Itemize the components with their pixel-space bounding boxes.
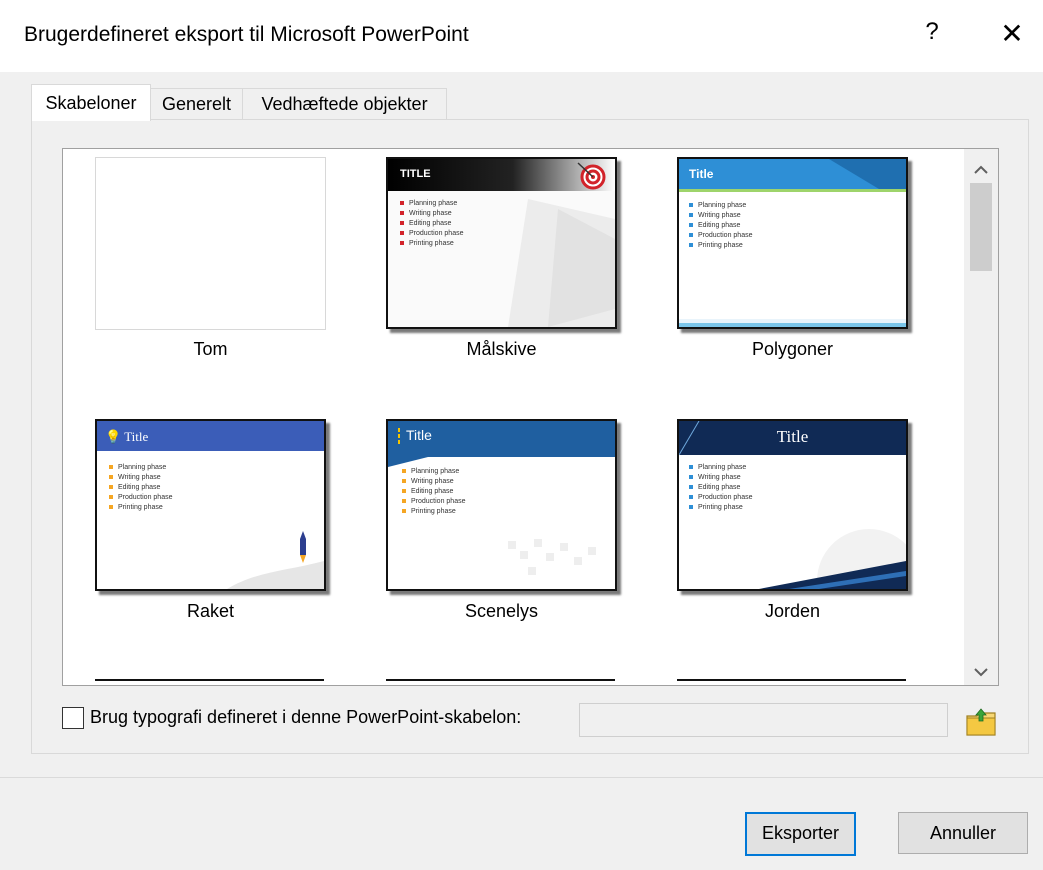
bullet-line: Production phase xyxy=(689,493,752,503)
bullet-line: Printing phase xyxy=(689,503,752,513)
tab-skabeloner[interactable]: Skabeloner xyxy=(31,84,151,121)
slide-bullets: Planning phase Writing phase Editing pha… xyxy=(689,463,752,513)
template-label: Scenelys xyxy=(464,601,539,621)
bullet-line: Planning phase xyxy=(109,463,172,473)
bullet-line: Editing phase xyxy=(109,483,172,493)
bullet-line: Writing phase xyxy=(400,209,463,219)
slide-bullets: Planning phase Writing phase Editing pha… xyxy=(109,463,172,513)
bullet-line: Planning phase xyxy=(402,467,465,477)
bullet-line: Production phase xyxy=(400,229,463,239)
slide-title: TITLE xyxy=(400,168,431,180)
template-thumbnail: Title Planning phase Writing phase Editi… xyxy=(386,419,617,591)
lightbulb-icon: 💡 xyxy=(105,429,122,444)
bullet-line: Printing phase xyxy=(109,503,172,513)
bullet-line: Planning phase xyxy=(400,199,463,209)
folder-icon xyxy=(966,708,996,736)
bullet-line: Printing phase xyxy=(689,241,752,251)
template-thumbnail: 💡 Title Planning phase Writing phase Edi… xyxy=(95,419,326,591)
title-bar: Brugerdefineret eksport til Microsoft Po… xyxy=(0,0,1043,72)
template-label: Målskive xyxy=(466,339,537,359)
template-label: Raket xyxy=(186,601,235,621)
slide-bullets: Planning phase Writing phase Editing pha… xyxy=(402,467,465,517)
window-title: Brugerdefineret eksport til Microsoft Po… xyxy=(24,23,469,46)
template-path-field[interactable] xyxy=(579,703,948,737)
bullet-line: Writing phase xyxy=(109,473,172,483)
footer-separator xyxy=(0,777,1043,778)
slide-title-row: 💡 Title xyxy=(105,429,148,445)
bullet-line: Printing phase xyxy=(400,239,463,249)
gallery-scrollbar[interactable] xyxy=(964,149,998,685)
bullet-line: Production phase xyxy=(109,493,172,503)
template-gallery: Tom TITLE Planning phase Writing phase E… xyxy=(62,148,999,686)
bullet-line: Printing phase xyxy=(402,507,465,517)
bullet-line: Editing phase xyxy=(402,487,465,497)
template-label: Polygoner xyxy=(751,339,834,359)
typography-checkbox-label[interactable]: Brug typografi defineret i denne PowerPo… xyxy=(90,707,521,728)
tab-generelt[interactable]: Generelt xyxy=(150,88,243,119)
slide-bullets: Planning phase Writing phase Editing pha… xyxy=(400,199,463,249)
scroll-up-icon[interactable] xyxy=(964,155,998,183)
tab-vedhaeftede-objekter[interactable]: Vedhæftede objekter xyxy=(242,88,447,119)
slide-title: Title xyxy=(124,429,149,444)
slide-title: Title xyxy=(406,427,432,443)
slide-title: Title xyxy=(689,167,714,181)
cancel-button[interactable]: Annuller xyxy=(898,812,1028,854)
bullet-line: Writing phase xyxy=(689,211,752,221)
tab-panel: Tom TITLE Planning phase Writing phase E… xyxy=(31,119,1029,754)
template-row-partial xyxy=(95,679,945,685)
export-button[interactable]: Eksporter xyxy=(745,812,856,856)
bullet-line: Production phase xyxy=(689,231,752,241)
template-label: Tom xyxy=(193,339,228,359)
bullet-line: Editing phase xyxy=(400,219,463,229)
slide-bullets: Planning phase Writing phase Editing pha… xyxy=(689,201,752,251)
help-button[interactable]: ? xyxy=(922,18,942,46)
bullet-line: Editing phase xyxy=(689,221,752,231)
template-thumbnail: Title Planning phase Writing phase Editi… xyxy=(677,157,908,329)
bullet-line: Planning phase xyxy=(689,201,752,211)
bullet-line: Editing phase xyxy=(689,483,752,493)
template-label: Jorden xyxy=(764,601,821,621)
template-thumbnail: Title Planning phase Writing phase Editi… xyxy=(677,419,908,591)
open-folder-button[interactable] xyxy=(965,706,997,738)
scroll-down-icon[interactable] xyxy=(964,657,998,685)
bullet-line: Writing phase xyxy=(689,473,752,483)
typography-checkbox[interactable] xyxy=(62,707,84,729)
bullet-line: Planning phase xyxy=(689,463,752,473)
template-thumbnail xyxy=(95,157,326,330)
bullet-line: Production phase xyxy=(402,497,465,507)
bullet-line: Writing phase xyxy=(402,477,465,487)
close-button[interactable]: ✕ xyxy=(997,17,1027,50)
template-thumbnail: TITLE Planning phase Writing phase Editi… xyxy=(386,157,617,329)
slide-title: Title xyxy=(776,427,809,446)
scroll-thumb[interactable] xyxy=(970,183,992,271)
